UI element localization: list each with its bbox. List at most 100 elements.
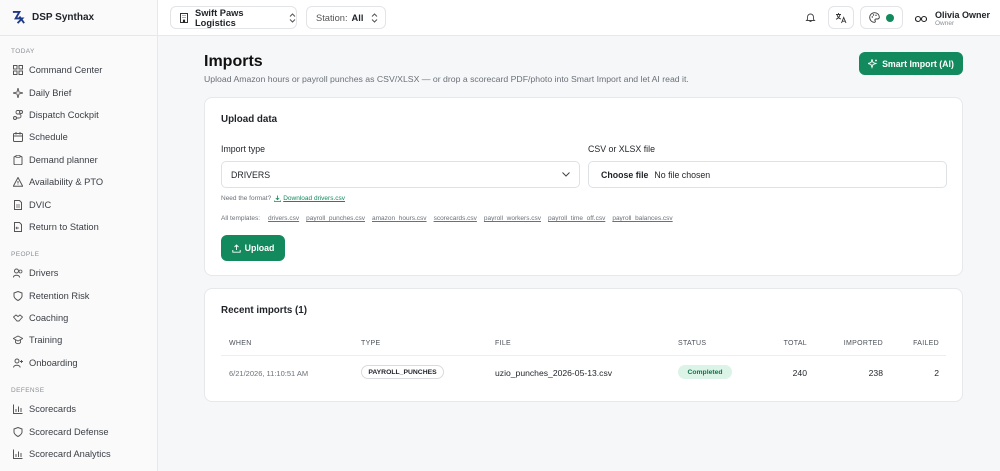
sidebar-item-label: Coaching <box>29 313 69 324</box>
upload-icon <box>231 243 241 253</box>
sidebar-item-label: Scorecard Defense <box>29 426 109 437</box>
upload-card: Upload data Import type DRIVERS CSV or X… <box>204 97 963 276</box>
handshake-icon <box>13 313 23 323</box>
logo-icon <box>10 10 26 26</box>
avatar <box>915 15 927 23</box>
topbar: Swift Paws Logistics Station: All Olivia… <box>158 0 1000 36</box>
brand[interactable]: DSP Synthax <box>0 0 157 36</box>
page-subtitle: Upload Amazon hours or payroll punches a… <box>204 74 689 84</box>
download-icon <box>274 195 282 202</box>
sidebar-item-scorecards[interactable]: Scorecards <box>0 398 158 420</box>
sidebar-item-label: Scorecards <box>29 404 77 415</box>
upload-button[interactable]: Upload <box>221 235 285 261</box>
template-link-scorecards[interactable]: scorecards.csv <box>434 215 477 222</box>
sidebar-item-label: Schedule <box>29 132 68 143</box>
sidebar-item-retention-risk[interactable]: Retention Risk <box>0 285 158 307</box>
sidebar-item-dispatch-cockpit[interactable]: Dispatch Cockpit <box>0 104 158 126</box>
import-type-select[interactable]: DRIVERS <box>221 161 580 188</box>
type-badge: PAYROLL_PUNCHES <box>361 365 444 379</box>
sidebar-item-label: Command Center <box>29 65 103 76</box>
user-menu[interactable]: Olivia Owner Owner <box>915 10 990 27</box>
table-divider <box>221 355 946 356</box>
bar-chart-icon <box>13 404 23 415</box>
page-title: Imports <box>204 53 263 70</box>
col-header-imported: IMPORTED <box>843 340 883 347</box>
cell-failed: 2 <box>934 368 939 378</box>
sidebar-item-training[interactable]: Training <box>0 329 158 351</box>
import-type-label: Import type <box>221 144 266 154</box>
chevron-updown-icon <box>289 12 296 23</box>
shield-icon <box>13 426 23 437</box>
notifications-bell-icon[interactable] <box>798 6 822 29</box>
cell-file: uzio_punches_2026-05-13.csv <box>495 368 613 378</box>
templates-row: All templates: drivers.csv payroll_punch… <box>221 215 680 222</box>
sparkle-icon <box>868 58 878 69</box>
translate-icon[interactable] <box>828 6 854 29</box>
sidebar-item-drivers[interactable]: Drivers <box>0 262 158 284</box>
theme-toggle[interactable] <box>860 6 903 29</box>
sidebar-item-label: Demand planner <box>29 154 98 165</box>
mortarboard-icon <box>13 335 23 345</box>
smart-import-label: Smart Import (AI) <box>882 58 954 69</box>
col-header-when: WHEN <box>229 340 252 347</box>
sidebar-item-return-to-station[interactable]: Return to Station <box>0 216 158 238</box>
cell-imported: 238 <box>868 368 883 378</box>
col-header-total: TOTAL <box>783 340 807 347</box>
building-icon <box>179 12 189 23</box>
sidebar-item-demand-planner[interactable]: Demand planner <box>0 149 158 171</box>
template-link-payroll-workers[interactable]: payroll_workers.csv <box>484 215 541 222</box>
station-select[interactable]: Station: All <box>306 6 386 29</box>
smart-import-button[interactable]: Smart Import (AI) <box>859 52 963 75</box>
station-value: All <box>351 12 364 23</box>
sidebar-item-label: Scorecard Analytics <box>29 449 111 460</box>
user-role: Owner <box>935 20 955 27</box>
template-link-amazon-hours[interactable]: amazon_hours.csv <box>372 215 427 222</box>
template-link-payroll-punches[interactable]: payroll_punches.csv <box>306 215 365 222</box>
chevron-updown-icon <box>371 12 378 23</box>
col-header-failed: FAILED <box>913 340 939 347</box>
sidebar-item-dvic[interactable]: DVIC <box>0 193 158 215</box>
grid-icon <box>13 65 23 76</box>
template-link-payroll-time-off[interactable]: payroll_time_off.csv <box>548 215 605 222</box>
shield-icon <box>13 290 23 301</box>
choose-file-button[interactable]: Choose file <box>601 170 648 180</box>
templates-label: All templates: <box>221 215 261 222</box>
sparkle-icon <box>13 87 23 98</box>
sidebar-item-scorecard-defense[interactable]: Scorecard Defense <box>0 420 158 442</box>
download-drivers-link[interactable]: Download drivers.csv <box>283 195 345 202</box>
template-link-drivers[interactable]: drivers.csv <box>268 215 299 222</box>
file-input[interactable]: Choose file No file chosen <box>588 161 947 188</box>
chevron-down-icon <box>562 172 570 177</box>
sidebar-item-schedule[interactable]: Schedule <box>0 126 158 148</box>
section-label-today: TODAY <box>11 48 35 55</box>
cell-total: 240 <box>792 368 807 378</box>
sidebar: DSP Synthax TODAY Command Center Daily B… <box>0 0 158 471</box>
sidebar-item-coaching[interactable]: Coaching <box>0 307 158 329</box>
need-format-text: Need the format? <box>221 195 272 202</box>
import-type-value: DRIVERS <box>231 169 271 180</box>
col-header-type: TYPE <box>361 340 381 347</box>
sidebar-item-command-center[interactable]: Command Center <box>0 59 158 81</box>
sidebar-item-label: Daily Brief <box>29 87 72 98</box>
sidebar-item-availability[interactable]: Availability & PTO <box>0 171 158 193</box>
sidebar-item-daily-brief[interactable]: Daily Brief <box>0 81 158 103</box>
status-dot <box>886 13 894 22</box>
alert-triangle-icon <box>13 177 23 187</box>
sidebar-item-scorecard-analytics[interactable]: Scorecard Analytics <box>0 443 158 465</box>
sidebar-item-label: Retention Risk <box>29 290 90 301</box>
section-label-people: PEOPLE <box>11 251 40 259</box>
company-switcher[interactable]: Swift Paws Logistics <box>170 6 297 29</box>
clipboard-icon <box>13 154 23 165</box>
sidebar-item-label: Return to Station <box>29 221 99 232</box>
sidebar-item-onboarding[interactable]: Onboarding <box>0 352 158 374</box>
station-label: Station: <box>316 12 348 23</box>
sidebar-item-label: Drivers <box>29 268 59 279</box>
template-link-payroll-balances[interactable]: payroll_balances.csv <box>612 215 672 222</box>
upload-card-title: Upload data <box>221 114 278 125</box>
format-hint: Need the format? Download drivers.csv <box>221 195 345 202</box>
main-content: Imports Upload Amazon hours or payroll p… <box>158 36 1000 471</box>
company-name: Swift Paws Logistics <box>195 7 244 28</box>
return-icon <box>13 221 23 232</box>
sidebar-item-label: Onboarding <box>29 357 78 368</box>
user-name: Olivia Owner <box>935 10 991 20</box>
